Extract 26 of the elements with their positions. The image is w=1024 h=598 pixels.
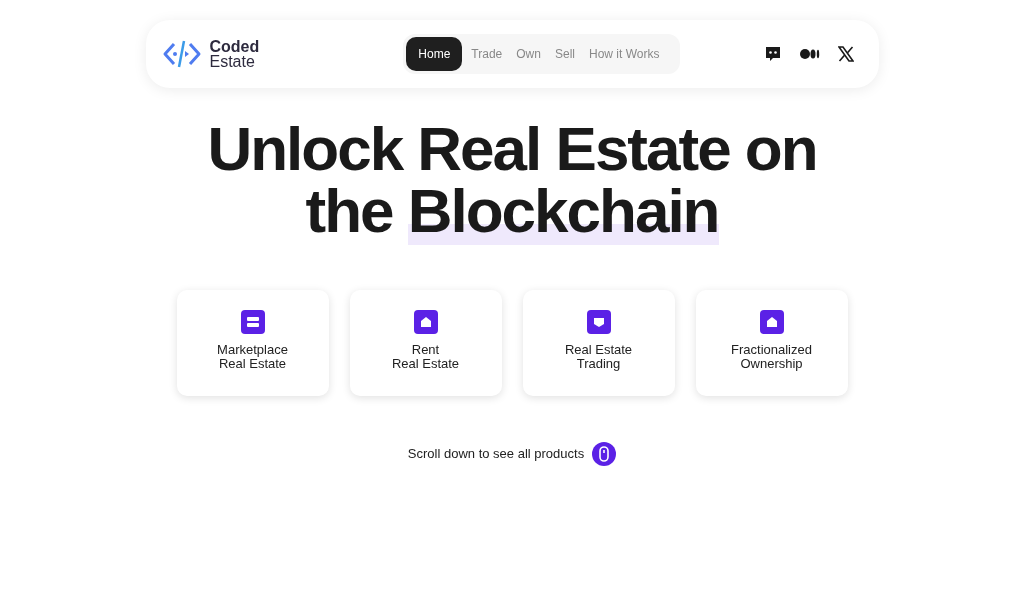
house-icon: [759, 310, 784, 334]
product-label: Trading: [576, 357, 621, 371]
product-card[interactable]: Fractionalized Ownership: [695, 290, 848, 396]
x-icon[interactable]: [838, 46, 855, 62]
product-label: Marketplace: [217, 343, 288, 357]
scroll-hint: Scroll down to see all products: [407, 445, 585, 464]
product-label: Real Estate: [564, 343, 633, 357]
product-label: Real Estate: [218, 357, 287, 371]
mouse-icon[interactable]: [592, 442, 617, 466]
stacked-bars-icon: [240, 310, 265, 334]
logo-text: Estate: [209, 54, 256, 69]
product-label: Fractionalized: [731, 343, 812, 357]
nav-tab[interactable]: Home: [406, 37, 463, 71]
product-label: Real Estate: [391, 357, 460, 371]
product-label: Rent: [411, 343, 440, 357]
dots-icon[interactable]: [800, 47, 821, 61]
headline: Unlock Real Estate on the Blockchain: [206, 118, 818, 242]
logo-text: Coded: [209, 39, 260, 54]
tray-icon: [586, 310, 611, 334]
product-card[interactable]: Rent Real Estate: [349, 290, 502, 396]
product-card[interactable]: Real Estate Trading: [522, 290, 675, 396]
product-card[interactable]: Marketplace Real Estate: [176, 290, 329, 396]
house-icon: [413, 310, 438, 334]
chat-icon[interactable]: [764, 45, 783, 63]
product-label: Ownership: [740, 357, 803, 371]
logo-icon[interactable]: [161, 38, 202, 70]
